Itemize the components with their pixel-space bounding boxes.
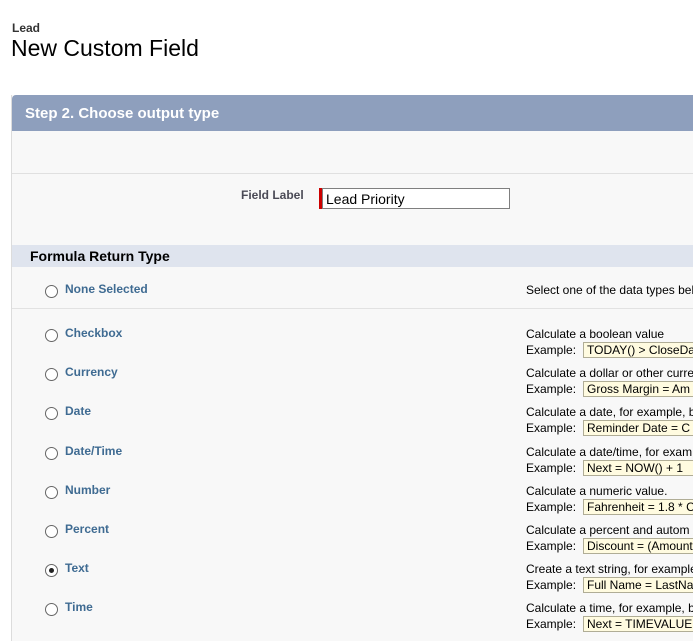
step-panel: Step 2. Choose output type Field Label F… (11, 95, 693, 641)
field-label-label: Field Label (241, 188, 304, 202)
date-time-label[interactable]: Date/Time (65, 444, 122, 458)
date-time-example-box: Next = NOW() + 1 (583, 460, 693, 476)
text-label[interactable]: Text (65, 561, 89, 575)
type-row-none-selected: None Selected Select one of the data typ… (12, 267, 693, 309)
text-example-box: Full Name = LastNa (583, 577, 693, 593)
formula-return-type-heading: Formula Return Type (12, 245, 693, 267)
number-radio[interactable] (45, 486, 58, 499)
text-description: Create a text string, for example (526, 562, 693, 576)
number-example-label: Example: (526, 500, 577, 514)
none-selected-description: Select one of the data types bel (526, 283, 693, 297)
percent-label[interactable]: Percent (65, 522, 109, 536)
type-row-time: Time Calculate a time, for example, b Exam… (12, 594, 693, 633)
type-row-currency: Currency Calculate a dollar or other curr… (12, 359, 693, 398)
date-time-description: Calculate a date/time, for exam (526, 445, 693, 459)
none-selected-radio[interactable] (45, 285, 58, 298)
date-description: Calculate a date, for example, b (526, 405, 693, 419)
checkbox-label[interactable]: Checkbox (65, 326, 122, 340)
currency-example-label: Example: (526, 382, 577, 396)
text-example-label: Example: (526, 578, 577, 592)
date-radio[interactable] (45, 407, 58, 420)
type-row-checkbox: Checkbox Calculate a boolean value Example… (12, 320, 693, 359)
date-example-label: Example: (526, 421, 577, 435)
checkbox-example-box: TODAY() > CloseDa (583, 342, 693, 358)
time-example-box: Next = TIMEVALUE( (583, 616, 693, 632)
button-row (12, 131, 693, 174)
time-example-label: Example: (526, 617, 577, 631)
checkbox-example-label: Example: (526, 343, 577, 357)
type-row-text: Text Create a text string, for example Exa… (12, 555, 693, 594)
date-time-example-label: Example: (526, 461, 577, 475)
percent-example-box: Discount = (Amount (583, 538, 693, 554)
type-row-number: Number Calculate a numeric value. Example:… (12, 477, 693, 516)
text-radio[interactable] (45, 564, 58, 577)
number-description: Calculate a numeric value. (526, 484, 668, 498)
currency-example-box: Gross Margin = Am (583, 381, 693, 397)
time-radio[interactable] (45, 603, 58, 616)
currency-label[interactable]: Currency (65, 365, 118, 379)
number-example-box: Fahrenheit = 1.8 * C (583, 499, 693, 515)
time-label[interactable]: Time (65, 600, 93, 614)
type-row-date: Date Calculate a date, for example, b Exam… (12, 398, 693, 437)
percent-radio[interactable] (45, 525, 58, 538)
type-row-date-time: Date/Time Calculate a date/time, for exam… (12, 438, 693, 477)
currency-description: Calculate a dollar or other curre (526, 366, 693, 380)
date-label[interactable]: Date (65, 404, 91, 418)
percent-example-label: Example: (526, 539, 577, 553)
field-label-input[interactable] (322, 188, 510, 209)
page: Lead New Custom Field Step 2. Choose out… (0, 0, 693, 641)
page-title: New Custom Field (11, 35, 199, 61)
step-header: Step 2. Choose output type (12, 95, 693, 131)
percent-description: Calculate a percent and autom (526, 523, 690, 537)
date-time-radio[interactable] (45, 447, 58, 460)
checkbox-description: Calculate a boolean value (526, 327, 665, 341)
currency-radio[interactable] (45, 368, 58, 381)
type-row-percent: Percent Calculate a percent and autom Exam… (12, 516, 693, 555)
object-name: Lead (12, 21, 41, 35)
none-selected-label[interactable]: None Selected (65, 282, 148, 296)
time-description: Calculate a time, for example, b (526, 601, 693, 615)
number-label[interactable]: Number (65, 483, 110, 497)
checkbox-radio[interactable] (45, 329, 58, 342)
date-example-box: Reminder Date = C (583, 420, 693, 436)
